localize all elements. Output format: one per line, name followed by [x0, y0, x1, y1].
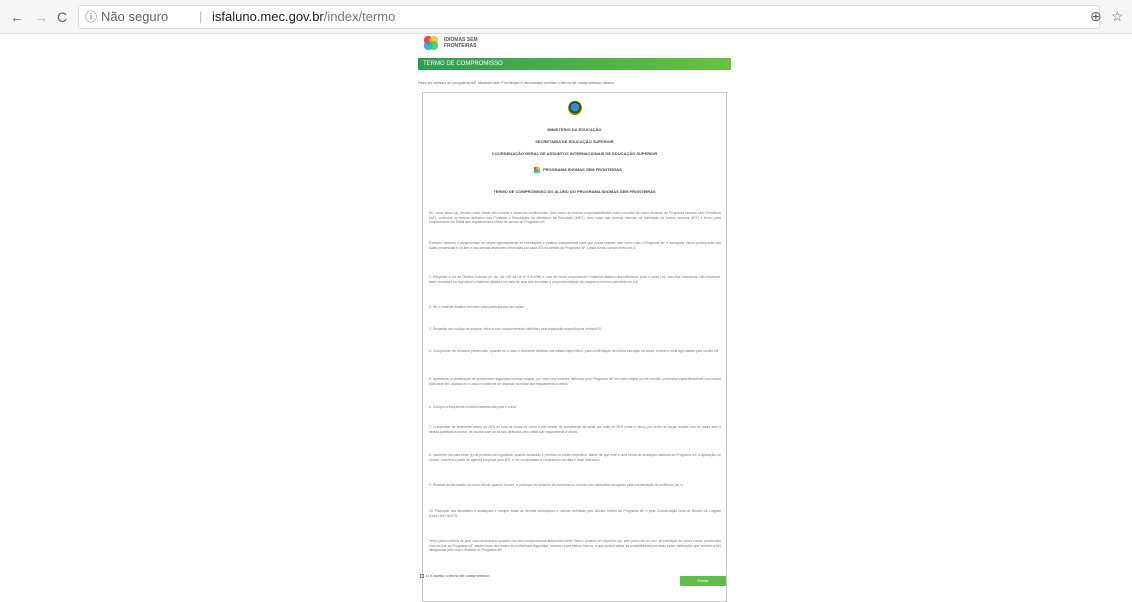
submit-button[interactable]: Enviar [680, 576, 726, 586]
term-paragraph: Portanto, assumo o compromisso de seguir… [429, 241, 721, 250]
term-paragraph: Eu, como aluno (a), declaro estar ciente… [429, 211, 721, 225]
program-heading: PROGRAMA IDIOMAS SEM FRONTEIRAS [543, 167, 622, 172]
forward-icon[interactable]: → [34, 8, 48, 26]
term-paragraph: 5. Apresentar a certificação de proficiê… [429, 377, 721, 386]
star-icon[interactable]: ☆ [1111, 8, 1124, 25]
intro-text: Para ter acesso ao programa IsF Idiomas … [418, 80, 616, 85]
url-text: isfaluno.mec.gov.br/index/termo [212, 6, 395, 28]
security-label: Não seguro [101, 9, 169, 24]
divider: | [199, 9, 203, 24]
term-paragraph: 2. Ter o material didático em mãos para … [429, 305, 525, 309]
logo-icon [423, 35, 439, 51]
coordination-heading: COORDENAÇÃO GERAL DE ASSUNTOS INTERNACIO… [491, 151, 658, 156]
secretariat-heading: SECRETARIA DE EDUCAÇÃO SUPERIOR [535, 139, 614, 144]
term-paragraph: 9. Realizar as atividades do curso virtu… [429, 483, 684, 487]
term-paragraph: Tenho pleno ciência de que, caso descump… [429, 539, 721, 553]
logo-text: IDIOMAS SEM FRONTEIRAS [444, 37, 504, 49]
term-paragraph: 6. Cumprir a frequência mínima estabelec… [429, 405, 518, 409]
zoom-icon[interactable]: ⊕ [1090, 8, 1102, 25]
ministry-heading: MINISTÉRIO DA EDUCAÇÃO [547, 127, 602, 132]
reload-icon[interactable]: C [57, 8, 67, 26]
term-paragraph: 4. Comparecer às reuniões presenciais, q… [429, 349, 720, 353]
logo-text-line2: FRONTEIRAS [444, 43, 477, 49]
terms-document[interactable]: MINISTÉRIO DA EDUCAÇÃO SECRETARIA DE EDU… [422, 92, 727, 602]
document-title: TERMO DE COMPROMISSO DO ALUNO DO PROGRAM… [493, 189, 656, 194]
term-paragraph: 3. Respeitar seu código de postura, étic… [429, 327, 602, 331]
term-paragraph: 10. Participar das atividades e avaliaçõ… [429, 509, 721, 518]
address-bar[interactable]: ⓘ Não seguro | isfaluno.mec.gov.br/index… [78, 5, 1100, 29]
page-title-banner: TERMO DE COMPROMISSO [418, 58, 731, 70]
page-content: IDIOMAS SEM FRONTEIRAS TERMO DE COMPROMI… [418, 34, 731, 602]
back-icon[interactable]: ← [10, 8, 24, 26]
url-path: /index/termo [323, 9, 396, 24]
accept-checkbox-label[interactable]: Li e aceito o termo de compromisso [426, 573, 489, 578]
browser-toolbar: ← → C ⓘ Não seguro | isfaluno.mec.gov.br… [0, 0, 1132, 34]
info-icon[interactable]: ⓘ [85, 6, 97, 28]
url-host: isfaluno.mec.gov.br [212, 9, 324, 24]
term-paragraph: 7. Compensar as ausências acima de 25% d… [429, 425, 721, 434]
program-logo-icon [533, 166, 541, 174]
term-paragraph: 8. Inscrever-me para teste (s) de profic… [429, 453, 721, 462]
coat-of-arms-icon [568, 101, 582, 115]
form-footer: Li e aceito o termo de compromisso Envia… [418, 570, 731, 586]
accept-checkbox[interactable] [420, 574, 424, 578]
term-paragraph: 1. Respeitar a Lei de Direitos Autorais … [429, 275, 721, 284]
page-title: TERMO DE COMPROMISSO [423, 61, 503, 67]
